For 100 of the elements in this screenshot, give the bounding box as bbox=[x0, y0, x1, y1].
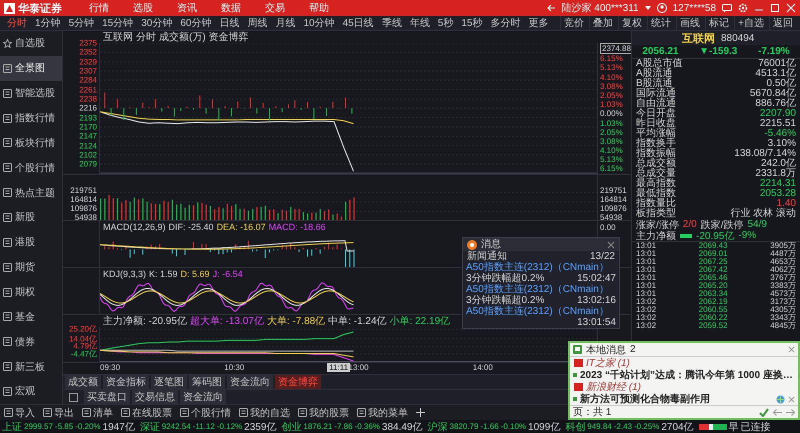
message-title[interactable]: A50指数主连(2312)（CNmain） bbox=[466, 284, 609, 295]
index-change: -11.12 bbox=[192, 422, 215, 431]
toolbar-button[interactable]: 我的股票 bbox=[298, 406, 349, 420]
chart-tool-button[interactable]: 竞价 bbox=[560, 16, 588, 30]
period-tab[interactable]: 5分钟 bbox=[66, 16, 98, 30]
chart-tool-button[interactable]: 统计 bbox=[647, 16, 674, 30]
period-tab[interactable]: 45日线 bbox=[340, 16, 377, 30]
period-tab[interactable]: 季线 bbox=[378, 16, 405, 30]
message-title[interactable]: A50指数主连(2312)（CNmain） bbox=[466, 262, 609, 273]
sidebar-item[interactable]: 热点主题 bbox=[0, 180, 62, 206]
period-tab[interactable]: 15秒 bbox=[458, 16, 486, 30]
info-tab[interactable]: 资金流向 bbox=[180, 390, 226, 404]
sidebar-item[interactable]: 基金 bbox=[0, 304, 62, 330]
info-tab[interactable]: 交易信息 bbox=[132, 390, 178, 404]
right-arrow-icon[interactable] bbox=[786, 408, 795, 416]
sidebar-item[interactable]: 新三板 bbox=[0, 354, 62, 380]
list-icon bbox=[3, 138, 12, 148]
period-tab[interactable]: 1分钟 bbox=[32, 16, 64, 30]
period-tab[interactable]: 5秒 bbox=[434, 16, 456, 30]
checkbox[interactable] bbox=[69, 392, 78, 402]
toolbar-button[interactable]: 导出 bbox=[43, 406, 74, 420]
period-tab[interactable]: 周线 bbox=[244, 16, 270, 30]
period-tab[interactable]: 60分钟 bbox=[177, 16, 214, 30]
close-icon[interactable] bbox=[607, 240, 615, 248]
sidebar-item[interactable]: 个股行情 bbox=[0, 155, 62, 180]
stat-label: 昨日收盘 bbox=[636, 119, 676, 129]
popup-title: 本地消息 bbox=[586, 344, 626, 356]
sidebar-item[interactable]: 板块行情 bbox=[0, 130, 62, 156]
menu-item[interactable]: 帮助 bbox=[300, 1, 338, 15]
quote-percent: -7.19% bbox=[758, 46, 790, 57]
sidebar-item[interactable]: 全景图 bbox=[0, 56, 62, 81]
sidebar-item[interactable]: 宏观 bbox=[0, 379, 62, 404]
stat-value: 54/9 bbox=[747, 219, 767, 230]
chart-tool-button[interactable]: 复权 bbox=[618, 16, 646, 30]
bullet-icon bbox=[573, 373, 577, 377]
chat-icon[interactable] bbox=[722, 4, 732, 12]
period-tab[interactable]: 30分钟 bbox=[138, 16, 176, 30]
list-icon bbox=[3, 288, 12, 297]
menu-item[interactable]: 行情 bbox=[80, 1, 118, 15]
stat-value: 3.10% bbox=[768, 139, 796, 149]
index-price: 3820.79 bbox=[450, 422, 478, 431]
menu-item[interactable]: 选股 bbox=[124, 1, 162, 15]
period-tab[interactable]: 日线 bbox=[216, 16, 242, 30]
close-icon[interactable] bbox=[788, 346, 795, 353]
indicator-tab[interactable]: 资金指标 bbox=[103, 375, 149, 389]
period-tab[interactable]: 多分时 bbox=[487, 16, 524, 30]
sidebar-item[interactable]: 自选股 bbox=[0, 31, 62, 56]
period-tab[interactable]: 10分钟 bbox=[300, 16, 338, 30]
stat-value: -9% bbox=[738, 230, 756, 241]
sidebar-item[interactable]: 智能选股 bbox=[0, 80, 62, 106]
menu-item[interactable]: 资讯 bbox=[168, 1, 206, 15]
globe-icon[interactable] bbox=[776, 394, 785, 404]
menu-item[interactable]: 数据 bbox=[212, 1, 250, 15]
sidebar-item[interactable]: 期权 bbox=[0, 280, 62, 304]
indicator-tab[interactable]: 资金流向 bbox=[227, 375, 273, 389]
sidebar-item[interactable]: 港股 bbox=[0, 230, 62, 255]
period-tab[interactable]: 月线 bbox=[272, 16, 298, 30]
list-icon bbox=[3, 386, 12, 396]
indicator-tab[interactable]: 资金博弈 bbox=[275, 375, 321, 389]
toolbar-button[interactable]: 导入 bbox=[4, 406, 35, 420]
close-icon[interactable] bbox=[788, 396, 795, 402]
maximize-icon[interactable] bbox=[770, 3, 780, 13]
chart-tool-button[interactable]: 标记 bbox=[705, 16, 732, 30]
news-headline[interactable]: 2023 “千站计划”达成：腾讯今年第 1000 座换… bbox=[580, 368, 793, 382]
chart-tool-button[interactable]: 画线 bbox=[676, 16, 704, 30]
left-arrow-icon[interactable] bbox=[773, 408, 782, 416]
index-amount: 2704亿 bbox=[661, 420, 694, 433]
check-icon[interactable] bbox=[759, 408, 769, 416]
message-title[interactable]: A50指数主连(2312)（CNmain） bbox=[466, 306, 609, 317]
toolbar-button[interactable]: 清单 bbox=[82, 406, 113, 420]
toolbar-button[interactable]: 在线股票 bbox=[121, 406, 172, 420]
period-tab[interactable]: 分时 bbox=[4, 16, 30, 30]
period-tab[interactable]: 更多 bbox=[525, 16, 552, 30]
chart-tool-button[interactable]: 叠加 bbox=[589, 16, 616, 30]
toolbar-button[interactable]: 我的菜单 bbox=[357, 406, 408, 420]
indicator-tab[interactable]: 成交额 bbox=[65, 375, 101, 389]
chart-tool-button[interactable]: 返回 bbox=[769, 16, 796, 30]
sidebar-item[interactable]: 新股 bbox=[0, 205, 62, 230]
period-tab[interactable]: 15分钟 bbox=[99, 16, 136, 30]
toolbar-button[interactable]: 个股行情 bbox=[180, 406, 231, 420]
period-tab[interactable]: 年线 bbox=[406, 16, 433, 30]
sidebar-item[interactable]: 指数行情 bbox=[0, 106, 62, 130]
user-icon[interactable] bbox=[656, 3, 667, 13]
indicator-tab[interactable]: 筹码图 bbox=[189, 375, 225, 389]
back-arrow-icon[interactable] bbox=[546, 4, 556, 12]
add-icon[interactable] bbox=[416, 408, 425, 417]
index-amount: 1947亿 bbox=[102, 420, 135, 433]
account-selector[interactable]: 陆沙家 400***311 bbox=[562, 1, 639, 15]
line-series bbox=[100, 332, 354, 351]
list-icon bbox=[3, 64, 12, 73]
sidebar-item[interactable]: 债券 bbox=[0, 329, 62, 354]
info-tab[interactable]: 买卖盘口 bbox=[84, 390, 130, 404]
index-change: -2.43 bbox=[614, 422, 632, 431]
chart-tool-button[interactable]: +自选 bbox=[734, 16, 767, 30]
indicator-tab[interactable]: 逐笔图 bbox=[151, 375, 187, 389]
settings-icon[interactable] bbox=[738, 3, 748, 13]
sidebar-item[interactable]: 期货 bbox=[0, 254, 62, 280]
news-headline[interactable]: 新方法可预测化合物毒副作用 bbox=[580, 392, 710, 406]
menu-item[interactable]: 交易 bbox=[256, 1, 294, 15]
toolbar-button[interactable]: 我的自选 bbox=[239, 406, 290, 420]
